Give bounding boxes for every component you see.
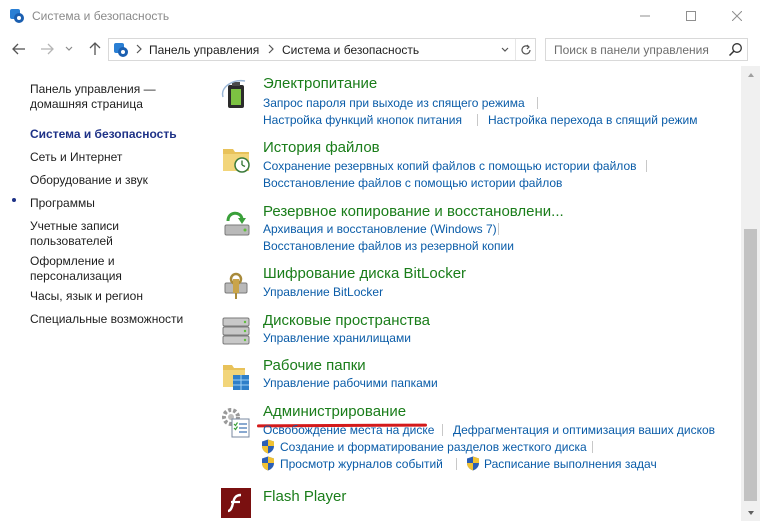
link-backup-windows7[interactable]: Архивация и восстановление (Windows 7): [263, 222, 497, 236]
sidebar-item-user-accounts[interactable]: Учетные записи пользователей: [30, 219, 130, 249]
back-button[interactable]: [10, 40, 28, 58]
chevron-down-icon: [65, 46, 73, 51]
scroll-down-button[interactable]: [741, 504, 760, 521]
link-manage-storage[interactable]: Управление хранилищами: [263, 331, 411, 345]
search-box[interactable]: [545, 38, 748, 61]
link-event-viewer[interactable]: Просмотр журналов событий: [280, 457, 443, 471]
bitlocker-icon: [224, 272, 248, 299]
sidebar-item-control-panel-home[interactable]: Панель управления — домашняя страница: [30, 82, 200, 112]
sidebar-item-appearance[interactable]: Оформление и персонализация: [30, 254, 140, 284]
control-panel-icon: [10, 9, 24, 23]
scrollbar-thumb[interactable]: [744, 229, 757, 501]
link-separator: [537, 97, 538, 109]
link-backup-file-history[interactable]: Сохранение резервных копий файлов с помо…: [263, 159, 637, 173]
refresh-button[interactable]: [515, 39, 536, 60]
maximize-icon: [686, 11, 696, 21]
uac-shield-icon: [262, 456, 274, 471]
maximize-button[interactable]: [668, 0, 714, 32]
chevron-down-icon: [747, 510, 754, 515]
link-defragment[interactable]: Дефрагментация и оптимизация ваших диско…: [453, 423, 715, 437]
category-title[interactable]: Рабочие папки: [263, 357, 366, 374]
category-title[interactable]: Flash Player: [263, 488, 346, 505]
chevron-down-icon: [501, 47, 509, 52]
breadcrumb-separator-icon: [268, 44, 274, 54]
link-separator: [456, 458, 457, 470]
title-bar: Система и безопасность: [0, 0, 760, 32]
forward-button[interactable]: [38, 40, 56, 58]
administrative-tools-icon: [222, 408, 250, 438]
up-button[interactable]: [86, 40, 104, 58]
link-separator: [477, 114, 478, 126]
sidebar: Панель управления — домашняя страница Си…: [0, 66, 205, 521]
link-create-format-partitions[interactable]: Создание и форматирование разделов жестк…: [280, 440, 587, 454]
backup-restore-icon: [224, 211, 250, 236]
power-battery-icon: [221, 79, 246, 108]
category-title[interactable]: Шифрование диска BitLocker: [263, 265, 466, 282]
link-separator: [442, 424, 443, 436]
vertical-scrollbar[interactable]: [741, 66, 760, 521]
close-button[interactable]: [714, 0, 760, 32]
address-dropdown-button[interactable]: [495, 39, 515, 60]
link-password-on-wake[interactable]: Запрос пароля при выходе из спящего режи…: [263, 96, 525, 110]
refresh-icon: [521, 44, 531, 54]
link-power-buttons[interactable]: Настройка функций кнопок питания: [263, 113, 462, 127]
minimize-button[interactable]: [622, 0, 668, 32]
category-title[interactable]: История файлов: [263, 139, 380, 156]
uac-shield-icon: [262, 439, 274, 454]
sidebar-item-hardware-sound[interactable]: Оборудование и звук: [30, 173, 200, 188]
navigation-bar: Панель управления Система и безопасность: [0, 32, 760, 66]
search-input[interactable]: [546, 39, 726, 60]
breadcrumb-control-panel[interactable]: Панель управления: [149, 43, 259, 57]
link-restore-file-history[interactable]: Восстановление файлов с помощью истории …: [263, 176, 562, 190]
flash-player-icon: [221, 488, 251, 518]
arrow-up-icon: [89, 42, 101, 55]
work-folders-icon: [223, 365, 249, 390]
storage-spaces-icon: [222, 317, 250, 345]
active-item-bullet: [12, 198, 16, 202]
link-manage-bitlocker[interactable]: Управление BitLocker: [263, 285, 383, 299]
minimize-icon: [640, 15, 650, 17]
scroll-up-button[interactable]: [741, 66, 760, 83]
search-icon[interactable]: [728, 42, 743, 57]
uac-shield-icon: [467, 456, 479, 471]
file-history-icon: [223, 149, 250, 173]
link-sleep-settings[interactable]: Настройка перехода в спящий режим: [488, 113, 697, 127]
recent-locations-button[interactable]: [62, 40, 76, 58]
address-bar[interactable]: Панель управления Система и безопасность: [108, 38, 536, 61]
link-restore-from-backup[interactable]: Восстановление файлов из резервной копии: [263, 239, 514, 253]
control-panel-icon: [114, 43, 128, 57]
window-title: Система и безопасность: [32, 9, 170, 23]
category-title[interactable]: Электропитание: [263, 75, 377, 92]
category-title[interactable]: Резервное копирование и восстановлени...: [263, 203, 564, 220]
sidebar-item-programs[interactable]: Программы: [30, 196, 200, 211]
main-content: Электропитание Запрос пароля при выходе …: [205, 66, 741, 521]
arrow-right-icon: [41, 43, 54, 55]
close-icon: [732, 11, 742, 21]
link-disk-cleanup[interactable]: Освобождение места на диске: [263, 423, 434, 437]
category-title[interactable]: Дисковые пространства: [263, 312, 430, 329]
sidebar-item-network-internet[interactable]: Сеть и Интернет: [30, 150, 200, 165]
link-separator: [646, 160, 647, 172]
link-task-scheduler[interactable]: Расписание выполнения задач: [484, 457, 657, 471]
link-manage-work-folders[interactable]: Управление рабочими папками: [263, 376, 438, 390]
sidebar-item-accessibility[interactable]: Специальные возможности: [30, 312, 200, 327]
link-separator: [498, 223, 499, 235]
category-title[interactable]: Администрирование: [263, 403, 406, 420]
sidebar-item-clock-region[interactable]: Часы, язык и регион: [30, 289, 200, 304]
breadcrumb-system-security[interactable]: Система и безопасность: [282, 43, 419, 57]
link-separator: [592, 441, 593, 453]
breadcrumb-separator-icon: [136, 44, 142, 54]
chevron-up-icon: [747, 72, 754, 77]
arrow-left-icon: [12, 43, 25, 55]
sidebar-item-system-security[interactable]: Система и безопасность: [30, 127, 200, 142]
